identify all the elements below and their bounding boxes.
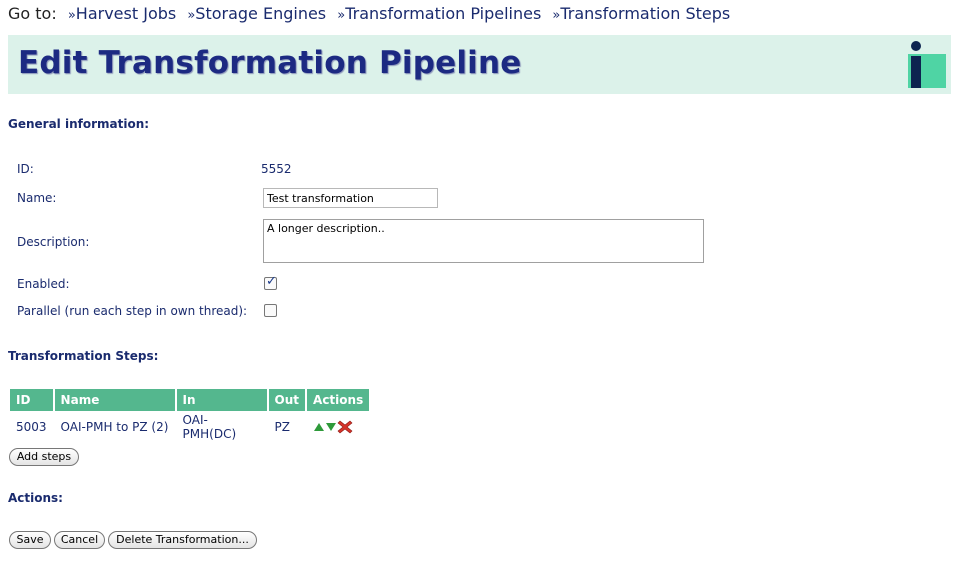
col-in: In bbox=[176, 389, 267, 411]
delete-transformation-button[interactable]: Delete Transformation... bbox=[108, 531, 257, 549]
cancel-button[interactable]: Cancel bbox=[54, 531, 105, 549]
goto-nav: Go to: »Harvest Jobs »Storage Engines »T… bbox=[8, 4, 736, 23]
page-banner: Edit Transformation Pipeline bbox=[8, 35, 951, 94]
col-out: Out bbox=[268, 389, 306, 411]
add-steps-button[interactable]: Add steps bbox=[9, 448, 79, 466]
move-up-icon[interactable] bbox=[313, 422, 325, 432]
description-label: Description: bbox=[17, 235, 90, 249]
nav-link-transformation-pipelines[interactable]: »Transformation Pipelines bbox=[337, 4, 541, 23]
nav-link-transformation-steps[interactable]: »Transformation Steps bbox=[552, 4, 730, 23]
steps-table: ID Name In Out Actions 5003 OAI-PMH to P… bbox=[8, 387, 371, 443]
step-id: 5003 bbox=[16, 420, 47, 434]
step-actions bbox=[307, 413, 369, 441]
transformation-steps-heading: Transformation Steps: bbox=[8, 349, 159, 363]
col-name: Name bbox=[54, 389, 175, 411]
name-label: Name: bbox=[17, 191, 57, 205]
info-logo-icon bbox=[908, 41, 946, 88]
delete-icon[interactable] bbox=[337, 419, 353, 435]
general-info-heading: General information: bbox=[8, 117, 150, 131]
actions-heading: Actions: bbox=[8, 491, 63, 505]
name-field[interactable] bbox=[263, 188, 438, 208]
parallel-label: Parallel (run each step in own thread): bbox=[17, 304, 248, 318]
col-id: ID bbox=[10, 389, 53, 411]
nav-link-harvest-jobs[interactable]: »Harvest Jobs bbox=[68, 4, 176, 23]
table-row: 5003 OAI-PMH to PZ (2) OAI-PMH(DC) PZ bbox=[10, 413, 369, 441]
save-button[interactable]: Save bbox=[9, 531, 51, 549]
steps-table-header: ID Name In Out Actions bbox=[10, 389, 370, 411]
step-out: PZ bbox=[274, 420, 291, 434]
parallel-checkbox[interactable] bbox=[264, 304, 277, 317]
step-name: OAI-PMH to PZ (2) bbox=[60, 420, 169, 434]
page-title: Edit Transformation Pipeline bbox=[18, 45, 522, 81]
nav-link-storage-engines[interactable]: »Storage Engines bbox=[187, 4, 326, 23]
goto-label: Go to: bbox=[8, 4, 57, 23]
enabled-label: Enabled: bbox=[17, 277, 70, 291]
description-field[interactable]: A longer description.. bbox=[263, 219, 704, 263]
id-value: 5552 bbox=[261, 162, 292, 176]
enabled-checkbox[interactable]: ✓ bbox=[264, 274, 277, 290]
move-down-icon[interactable] bbox=[325, 422, 337, 432]
checkmark-icon: ✓ bbox=[266, 274, 277, 289]
id-label: ID: bbox=[17, 162, 34, 176]
col-actions: Actions bbox=[307, 389, 370, 411]
step-in: OAI-PMH(DC) bbox=[182, 413, 237, 441]
